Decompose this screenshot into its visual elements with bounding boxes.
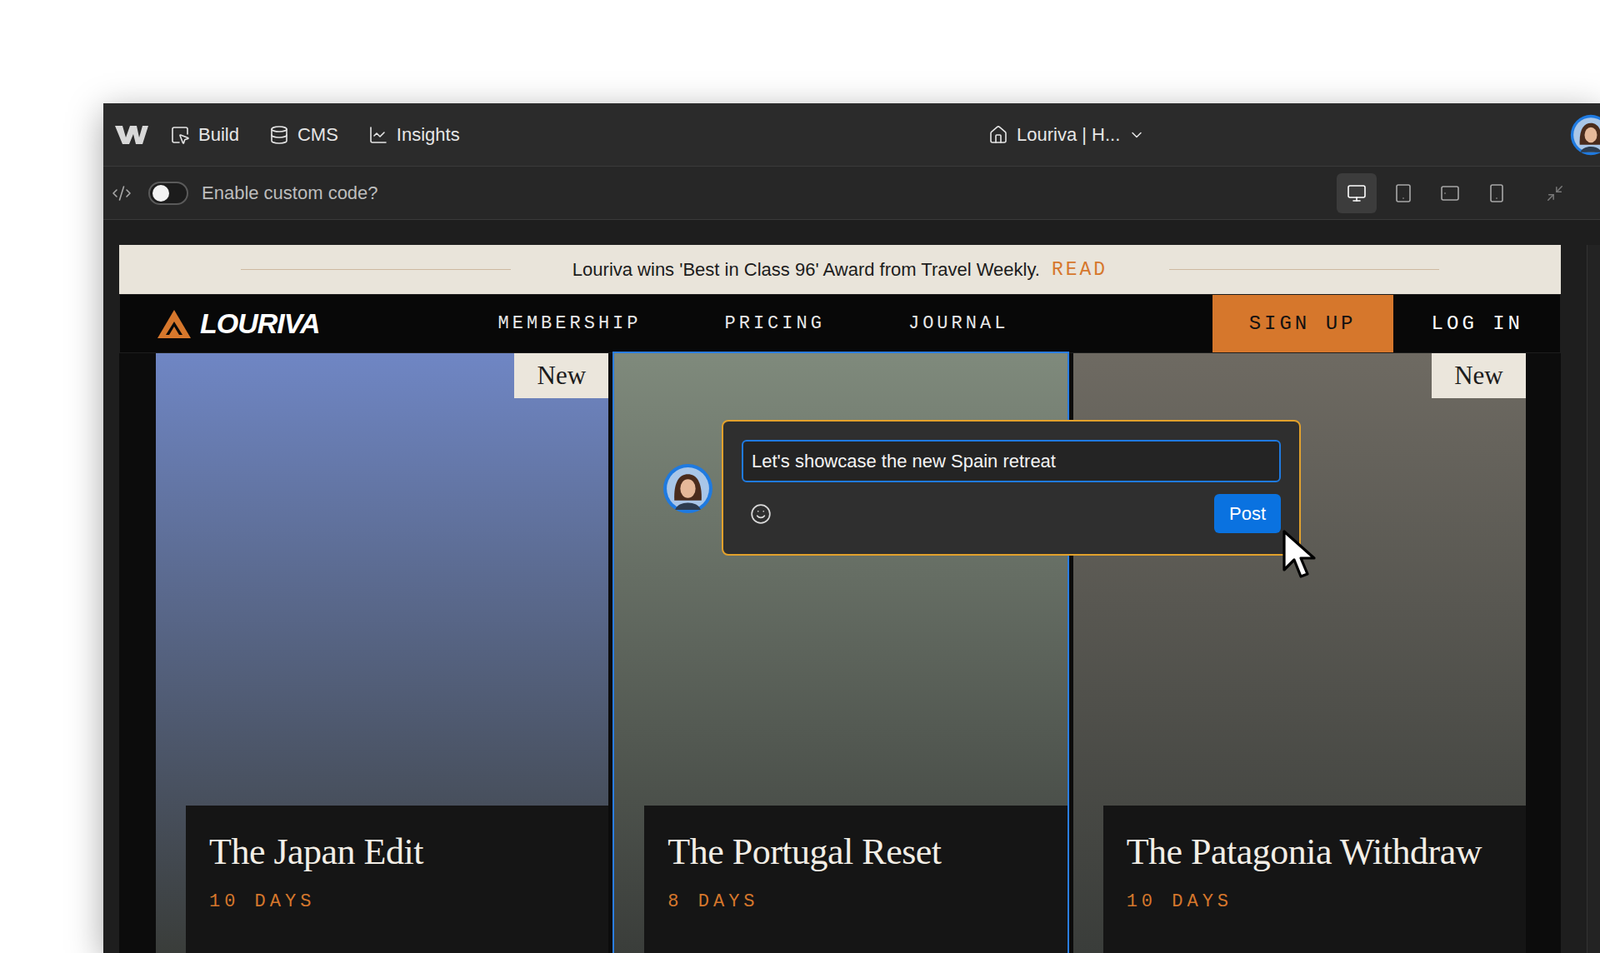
card-title: The Portugal Reset	[667, 830, 1050, 874]
announcement-link[interactable]: READ	[1051, 259, 1108, 281]
card-duration: 8 DAYS	[667, 891, 1050, 913]
user-avatar[interactable]	[1570, 114, 1600, 156]
code-bar: Enable custom code?	[103, 166, 1600, 220]
scrollbar[interactable]	[1586, 245, 1600, 953]
comment-avatar	[662, 463, 714, 515]
comment-input[interactable]	[741, 440, 1281, 483]
toolbar-tab[interactable]: Insights	[368, 119, 460, 151]
toolbar-tab[interactable]: CMS	[269, 119, 339, 151]
tablet-icon	[1393, 183, 1414, 204]
mouse-cursor-icon	[1280, 528, 1321, 580]
insights-icon	[368, 125, 389, 145]
home-icon	[988, 125, 1009, 145]
commenter-avatar-icon	[662, 463, 714, 515]
site-nav: LOURIVA MEMBERSHIP PRICING JOURNAL SIGN UPLO…	[119, 294, 1561, 354]
comment-popup: Post	[721, 420, 1301, 556]
card-duration: 10 DAYS	[1126, 891, 1510, 913]
sign-up-button[interactable]: SIGN UP	[1212, 295, 1394, 353]
toolbar-tab[interactable]: Build	[170, 119, 240, 151]
trip-card[interactable]: New The Japan Edit 10 DAYS	[155, 353, 609, 953]
site-preview: Louriva wins 'Best in Class 96' Award fr…	[119, 245, 1561, 953]
card-caption: The Portugal Reset 8 DAYS	[644, 805, 1067, 953]
breakpoint-button[interactable]	[1336, 173, 1377, 214]
custom-code-toggle[interactable]	[148, 181, 189, 205]
comment-footer: Post	[741, 494, 1281, 534]
collapse-button[interactable]	[1535, 173, 1575, 214]
breakpoint-button[interactable]	[1383, 173, 1424, 214]
logo-triangle-icon	[156, 308, 192, 340]
nav-links: MEMBERSHIP PRICING JOURNAL	[497, 295, 1009, 353]
nav-link[interactable]: JOURNAL	[908, 313, 1009, 335]
card-duration: 10 DAYS	[209, 891, 592, 913]
divider-line	[240, 269, 511, 270]
custom-code-label: Enable custom code?	[201, 182, 379, 205]
toggle-knob	[152, 185, 170, 202]
new-badge: New	[514, 353, 609, 399]
page-selector[interactable]: Louriva | H...	[988, 124, 1145, 146]
announcement-text: Louriva wins 'Best in Class 96' Award fr…	[572, 259, 1040, 281]
breakpoint-button[interactable]	[1476, 173, 1517, 214]
nav-link[interactable]: PRICING	[725, 313, 825, 335]
log-in-button[interactable]: LOG IN	[1393, 295, 1560, 353]
code-icon	[111, 183, 132, 204]
breakpoint-button[interactable]	[1430, 173, 1470, 214]
page: Build CMS Insights Louriva | H... Enable cus…	[0, 0, 1600, 953]
user-avatar-icon	[1570, 114, 1600, 156]
top-bar: Build CMS Insights Louriva | H...	[103, 103, 1600, 167]
chevron-down-icon	[1128, 126, 1145, 144]
cards-row: New The Japan Edit 10 DAYS The Portugal Res…	[119, 353, 1561, 953]
divider-line	[1169, 269, 1440, 270]
webflow-logo-icon[interactable]	[115, 124, 149, 146]
card-caption: The Japan Edit 10 DAYS	[185, 805, 609, 953]
nav-link[interactable]: MEMBERSHIP	[497, 313, 641, 335]
desktop-icon	[1346, 183, 1367, 204]
card-title: The Japan Edit	[209, 830, 592, 874]
build-icon	[170, 125, 190, 145]
announcement-bar: Louriva wins 'Best in Class 96' Award fr…	[119, 245, 1561, 295]
designer-window: Build CMS Insights Louriva | H... Enable cus…	[103, 103, 1600, 953]
card-caption: The Patagonia Withdraw 10 DAYS	[1103, 805, 1526, 953]
canvas: Louriva wins 'Best in Class 96' Award fr…	[103, 220, 1600, 953]
cms-icon	[269, 125, 290, 145]
post-button[interactable]: Post	[1214, 494, 1281, 534]
emoji-icon[interactable]	[750, 503, 772, 525]
new-badge: New	[1431, 353, 1526, 399]
tablet-landscape-icon	[1440, 183, 1460, 204]
breakpoint-group	[1336, 173, 1575, 214]
phone-icon	[1486, 183, 1507, 204]
collapse-icon	[1545, 184, 1565, 203]
site-logo[interactable]: LOURIVA	[120, 295, 320, 353]
card-title: The Patagonia Withdraw	[1126, 830, 1510, 874]
